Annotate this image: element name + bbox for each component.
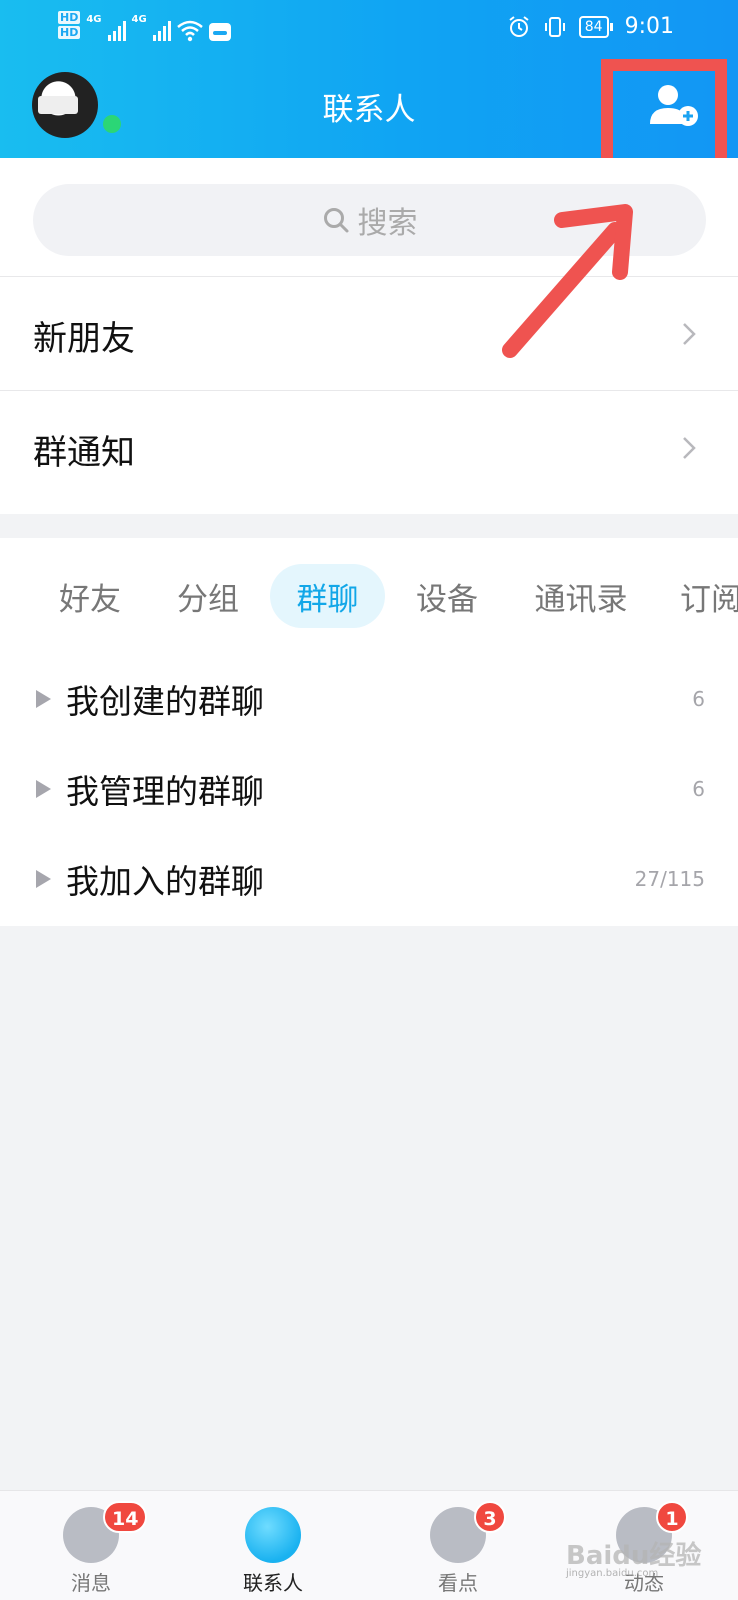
tab-group-chats[interactable]: 群聊 bbox=[270, 564, 385, 628]
status-bar: HD HD 4G 4G 84 9:01 bbox=[0, 0, 738, 56]
group-category-name: 我创建的群聊 bbox=[66, 682, 264, 721]
divider bbox=[0, 390, 738, 391]
nav-label: 消息 bbox=[71, 1571, 111, 1595]
status-left: HD HD 4G 4G bbox=[58, 8, 231, 42]
battery-level: 84 bbox=[578, 15, 613, 38]
network-type: 4G bbox=[131, 14, 147, 25]
nav-label: 看点 bbox=[438, 1571, 478, 1595]
group-notice-label: 群通知 bbox=[33, 432, 135, 473]
expand-triangle-icon bbox=[36, 870, 51, 888]
tab-friends[interactable]: 好友 bbox=[40, 564, 140, 628]
contacts-icon bbox=[245, 1507, 301, 1563]
tab-subscriptions[interactable]: 订阅 bbox=[680, 564, 738, 628]
vibrate-icon bbox=[544, 16, 565, 37]
alarm-icon bbox=[509, 15, 529, 37]
chevron-right-icon bbox=[683, 437, 696, 459]
signal-icon bbox=[152, 19, 171, 41]
hd-label: HD bbox=[58, 11, 81, 24]
unread-badge: 1 bbox=[656, 1501, 688, 1533]
nav-contacts[interactable]: 联系人 bbox=[215, 1501, 335, 1600]
network-type: 4G bbox=[86, 14, 102, 25]
nav-label: 联系人 bbox=[243, 1571, 303, 1595]
group-category-created[interactable]: 我创建的群聊 6 bbox=[0, 654, 738, 744]
group-category-count: 27/115 bbox=[634, 867, 705, 891]
notification-app-icon bbox=[208, 23, 231, 41]
unread-badge: 3 bbox=[474, 1501, 506, 1533]
status-right: 84 9:01 bbox=[507, 14, 674, 39]
group-category-count: 6 bbox=[692, 687, 705, 711]
tab-groups[interactable]: 分组 bbox=[158, 564, 258, 628]
nav-watch[interactable]: 3 看点 bbox=[400, 1501, 520, 1600]
hd-label: HD bbox=[58, 26, 81, 39]
group-category-name: 我加入的群聊 bbox=[66, 862, 264, 901]
expand-triangle-icon bbox=[36, 780, 51, 798]
unread-badge: 14 bbox=[103, 1501, 148, 1533]
clock: 9:01 bbox=[624, 14, 674, 39]
search-icon bbox=[323, 208, 348, 233]
group-category-joined[interactable]: 我加入的群聊 27/115 bbox=[0, 834, 738, 924]
contacts-screen: HD HD 4G 4G 84 9:01 联系人 搜索 新朋友 群通知 好友 分组… bbox=[0, 0, 738, 1600]
group-category-count: 6 bbox=[692, 777, 705, 801]
new-friends-label: 新朋友 bbox=[33, 318, 135, 359]
wifi-icon bbox=[176, 20, 203, 42]
hd-indicator: HD HD bbox=[58, 11, 81, 39]
tab-devices[interactable]: 设备 bbox=[397, 564, 497, 628]
annotation-highlight-box bbox=[601, 59, 727, 173]
chevron-right-icon bbox=[683, 323, 696, 345]
group-category-managed[interactable]: 我管理的群聊 6 bbox=[0, 744, 738, 834]
watermark: Baidu经验 bbox=[566, 1541, 702, 1571]
annotation-arrow bbox=[502, 204, 633, 358]
group-notice-row[interactable]: 群通知 bbox=[0, 392, 738, 506]
nav-messages[interactable]: 14 消息 bbox=[33, 1501, 153, 1600]
tab-address-book[interactable]: 通讯录 bbox=[526, 564, 636, 628]
watermark-url: jingyan.baidu.com bbox=[566, 1568, 659, 1579]
group-category-name: 我管理的群聊 bbox=[66, 772, 264, 811]
signal-icon bbox=[107, 19, 126, 41]
search-placeholder: 搜索 bbox=[357, 206, 418, 241]
expand-triangle-icon bbox=[36, 690, 51, 708]
